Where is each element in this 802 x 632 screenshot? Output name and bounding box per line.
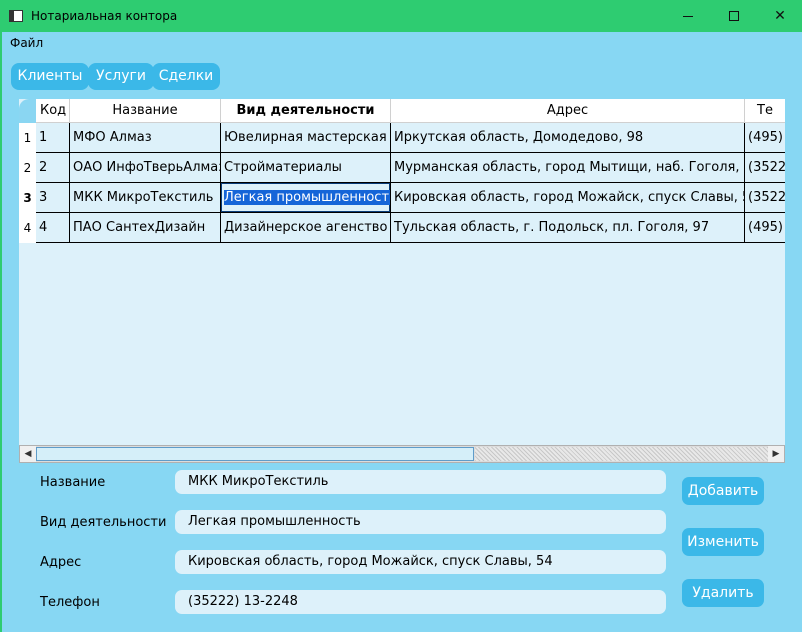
phone-label: Телефон <box>40 595 100 610</box>
table-cell-phone[interactable]: (495) 5 <box>745 213 785 243</box>
tab-services[interactable]: Услуги <box>88 63 154 90</box>
table-cell-name[interactable]: ОАО ИнфоТверьАлмаз <box>70 153 221 183</box>
minimize-icon <box>683 15 693 17</box>
grid-corner <box>19 99 36 123</box>
delete-button[interactable]: Удалить <box>682 579 764 607</box>
table-cell-activity[interactable]: Ювелирная мастерская <box>221 123 391 153</box>
name-field[interactable]: МКК МикроТекстиль <box>175 470 666 494</box>
minimize-button[interactable] <box>665 1 711 31</box>
table-cell-phone[interactable]: (495) 8 <box>745 123 785 153</box>
table-cell-code[interactable]: 2 <box>36 153 70 183</box>
table-cell-phone[interactable]: (35222 <box>745 153 785 183</box>
table-cell-code[interactable]: 3 <box>36 183 70 213</box>
tab-deals[interactable]: Сделки <box>152 63 220 90</box>
column-header-phone[interactable]: Те <box>745 99 785 123</box>
scroll-left-icon[interactable]: ◀ <box>20 446 36 462</box>
table-cell-name[interactable]: МКК МикроТекстиль <box>70 183 221 213</box>
title-bar[interactable]: Нотариальная контора ✕ <box>1 1 801 31</box>
row-header-selected[interactable]: 3 <box>19 183 36 213</box>
name-label: Название <box>40 475 106 490</box>
table-cell-code[interactable]: 1 <box>36 123 70 153</box>
table-cell-code[interactable]: 4 <box>36 213 70 243</box>
row-header[interactable]: 4 <box>19 213 36 243</box>
app-window: Нотариальная контора ✕ Файл Клиенты Услу… <box>0 0 802 632</box>
row-header[interactable]: 1 <box>19 123 36 153</box>
column-header-address[interactable]: Адрес <box>391 99 745 123</box>
horizontal-scrollbar[interactable]: ◀ ▶ <box>19 445 785 463</box>
column-header-activity[interactable]: Вид деятельности <box>221 99 391 123</box>
table-cell-activity-selected[interactable]: Легкая промышленность <box>221 183 391 213</box>
address-label: Адрес <box>40 555 82 570</box>
edit-button[interactable]: Изменить <box>682 528 764 556</box>
data-grid[interactable]: Код Название Вид деятельности Адрес Те 1… <box>19 99 785 463</box>
column-header-code[interactable]: Код <box>36 99 70 123</box>
activity-label: Вид деятельности <box>40 515 167 530</box>
close-button[interactable]: ✕ <box>757 1 802 31</box>
close-icon: ✕ <box>774 8 786 24</box>
scroll-right-icon[interactable]: ▶ <box>768 446 784 462</box>
scrollbar-thumb[interactable] <box>36 447 474 461</box>
maximize-button[interactable] <box>711 1 757 31</box>
window-title: Нотариальная контора <box>31 9 178 23</box>
scrollbar-track[interactable] <box>475 447 768 461</box>
column-header-name[interactable]: Название <box>70 99 221 123</box>
menu-bar: Файл <box>2 32 802 54</box>
table-cell-address[interactable]: Мурманская область, город Мытищи, наб. Г… <box>391 153 745 183</box>
address-field[interactable]: Кировская область, город Можайск, спуск … <box>175 550 666 574</box>
table-cell-address[interactable]: Кировская область, город Можайск, спуск … <box>391 183 745 213</box>
table-cell-address[interactable]: Иркутская область, Домодедово, 98 <box>391 123 745 153</box>
tab-clients[interactable]: Клиенты <box>11 63 89 90</box>
row-header[interactable]: 2 <box>19 153 36 183</box>
maximize-icon <box>729 11 739 21</box>
table-cell-activity[interactable]: Дизайнерское агенство <box>221 213 391 243</box>
table-cell-name[interactable]: МФО Алмаз <box>70 123 221 153</box>
phone-field[interactable]: (35222) 13-2248 <box>175 590 666 614</box>
table-cell-phone[interactable]: (35222 <box>745 183 785 213</box>
table-cell-address[interactable]: Тульская область, г. Подольск, пл. Гогол… <box>391 213 745 243</box>
selected-cell-text: Легкая промышленность <box>224 190 390 205</box>
client-area: Файл Клиенты Услуги Сделки Код Название … <box>2 32 802 632</box>
table-cell-activity[interactable]: Стройматериалы <box>221 153 391 183</box>
table-cell-name[interactable]: ПАО СантехДизайн <box>70 213 221 243</box>
app-icon <box>9 10 23 22</box>
activity-field[interactable]: Легкая промышленность <box>175 510 666 534</box>
add-button[interactable]: Добавить <box>682 477 764 505</box>
menu-file[interactable]: Файл <box>10 36 43 50</box>
